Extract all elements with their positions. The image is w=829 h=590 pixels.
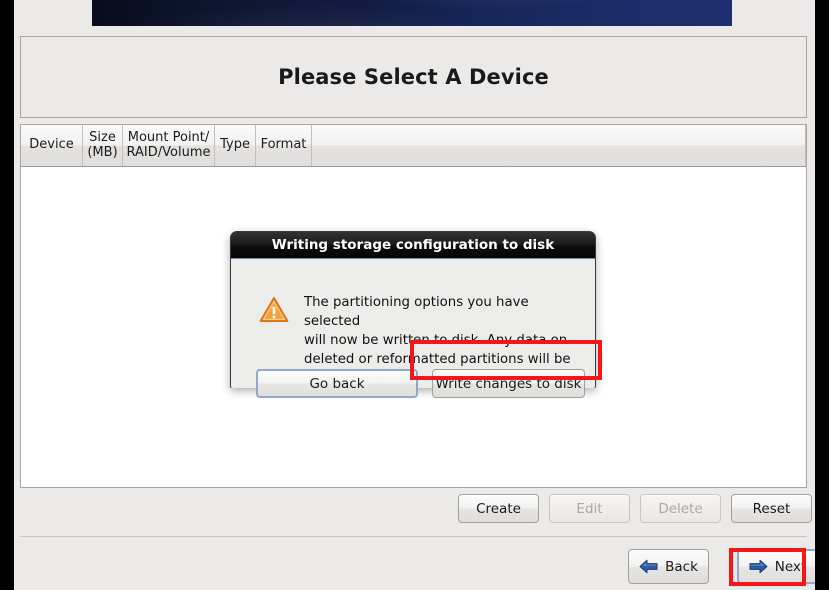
page-title: Please Select A Device bbox=[278, 65, 549, 89]
reset-button[interactable]: Reset bbox=[731, 494, 812, 523]
nav-separator bbox=[20, 536, 807, 537]
column-header-type[interactable]: Type bbox=[215, 125, 256, 166]
dialog-title: Writing storage configuration to disk bbox=[271, 237, 555, 253]
banner-swoosh bbox=[92, 0, 732, 26]
installer-banner bbox=[92, 0, 732, 26]
dialog-body: The partitioning options you have select… bbox=[231, 259, 595, 398]
write-changes-dialog: Writing storage configuration to disk Th… bbox=[230, 231, 596, 398]
title-panel: Please Select A Device bbox=[20, 36, 807, 118]
warning-triangle-icon bbox=[259, 296, 289, 327]
table-header-row: Device Size (MB) Mount Point/ RAID/Volum… bbox=[20, 124, 807, 167]
back-button-label: Back bbox=[665, 558, 698, 575]
arrow-left-icon bbox=[639, 559, 658, 574]
next-button[interactable]: Next bbox=[737, 549, 815, 584]
back-button[interactable]: Back bbox=[628, 549, 709, 584]
navigation-bar: Back Next bbox=[20, 549, 815, 585]
column-header-mount-point[interactable]: Mount Point/ RAID/Volume bbox=[123, 125, 215, 166]
column-header-filler bbox=[312, 125, 806, 166]
screen: Please Select A Device Device Size (MB) … bbox=[0, 0, 829, 590]
installer-window: Please Select A Device Device Size (MB) … bbox=[14, 0, 815, 590]
go-back-button[interactable]: Go back bbox=[256, 369, 418, 398]
action-button-row: Create Edit Delete Reset bbox=[20, 494, 812, 523]
write-changes-to-disk-button[interactable]: Write changes to disk bbox=[432, 369, 585, 398]
delete-button: Delete bbox=[640, 494, 721, 523]
column-header-format[interactable]: Format bbox=[256, 125, 312, 166]
next-button-label: Next bbox=[774, 558, 807, 575]
edit-button: Edit bbox=[549, 494, 630, 523]
column-header-device[interactable]: Device bbox=[21, 125, 83, 166]
column-header-size[interactable]: Size (MB) bbox=[83, 125, 123, 166]
create-button[interactable]: Create bbox=[458, 494, 539, 523]
arrow-right-icon bbox=[749, 559, 768, 574]
dialog-titlebar: Writing storage configuration to disk bbox=[231, 232, 595, 259]
dialog-button-row: Go back Write changes to disk bbox=[231, 369, 595, 399]
